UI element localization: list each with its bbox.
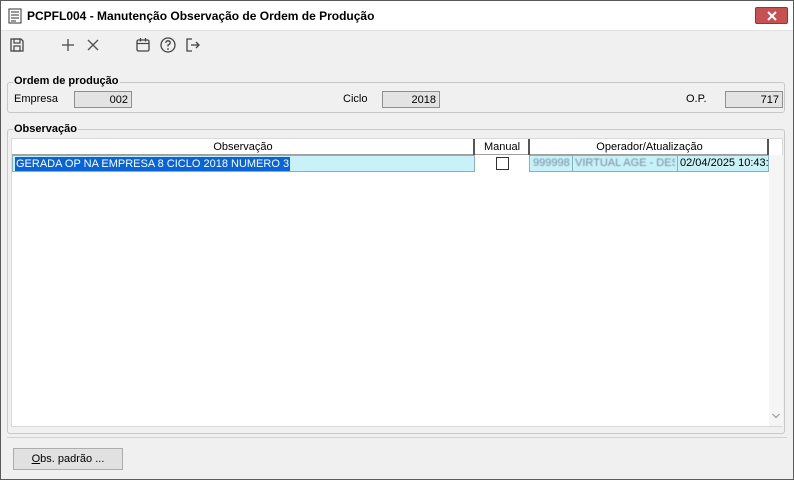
observacao-grid[interactable]: Observação Manual Operador/Atualização G… <box>11 138 783 427</box>
chevron-down-icon[interactable] <box>772 413 780 419</box>
close-button[interactable] <box>755 7 788 24</box>
manual-checkbox[interactable] <box>496 157 509 170</box>
footer-divider <box>7 437 787 438</box>
exit-icon <box>186 38 200 52</box>
help-button[interactable] <box>158 35 178 55</box>
operador-codigo: 999998 <box>533 157 570 169</box>
main-window: PCPFL004 - Manutenção Observação de Orde… <box>0 0 794 480</box>
observacao-group-label: Observação <box>13 123 78 135</box>
column-header-operador[interactable]: Operador/Atualização <box>530 139 769 155</box>
column-header-manual[interactable]: Manual <box>475 139 529 155</box>
op-label: O.P. <box>686 93 707 105</box>
obs-padrao-label: bs. padrão ... <box>40 453 105 465</box>
calendar-button[interactable] <box>133 35 153 55</box>
window-title: PCPFL004 - Manutenção Observação de Orde… <box>27 9 375 23</box>
title-bar: PCPFL004 - Manutenção Observação de Orde… <box>1 1 793 31</box>
empresa-label: Empresa <box>14 93 59 105</box>
obs-padrao-mnemonic: O <box>31 453 41 465</box>
ciclo-field[interactable]: 2018 <box>382 91 440 108</box>
obs-padrao-button[interactable]: Obs. padrão ... <box>13 448 123 470</box>
empresa-field[interactable]: 002 <box>74 91 132 108</box>
column-separator[interactable] <box>767 139 769 155</box>
exit-button[interactable] <box>183 35 203 55</box>
delete-button[interactable] <box>83 35 103 55</box>
atualizacao-datetime: 02/04/2025 10:43: <box>680 157 768 169</box>
vertical-scrollbar[interactable] <box>769 155 783 426</box>
cell-separator <box>572 156 573 171</box>
add-button[interactable] <box>58 35 78 55</box>
observacao-text[interactable]: GERADA OP NA EMPRESA 8 CICLO 2018 NUMERO… <box>15 157 291 171</box>
op-field[interactable]: 717 <box>725 91 783 108</box>
toolbar <box>1 31 793 59</box>
column-header-observacao[interactable]: Observação <box>12 139 474 155</box>
add-icon <box>62 39 74 51</box>
help-icon <box>160 37 176 53</box>
save-button[interactable] <box>7 35 27 55</box>
grid-header: Observação Manual Operador/Atualização <box>12 139 769 155</box>
delete-icon <box>87 39 99 51</box>
operador-nome: VIRTUAL AGE - DESE <box>575 157 675 169</box>
cell-separator <box>677 156 678 171</box>
save-icon <box>10 38 24 52</box>
ordem-producao-group-label: Ordem de produção <box>13 75 120 87</box>
document-icon <box>8 8 22 24</box>
calendar-icon <box>136 38 150 52</box>
table-row-operador-cell[interactable]: 999998 VIRTUAL AGE - DESE 02/04/2025 10:… <box>529 155 769 172</box>
close-icon <box>767 11 777 21</box>
table-row-observacao-cell[interactable]: GERADA OP NA EMPRESA 8 CICLO 2018 NUMERO… <box>12 155 475 172</box>
ciclo-label: Ciclo <box>343 93 368 105</box>
